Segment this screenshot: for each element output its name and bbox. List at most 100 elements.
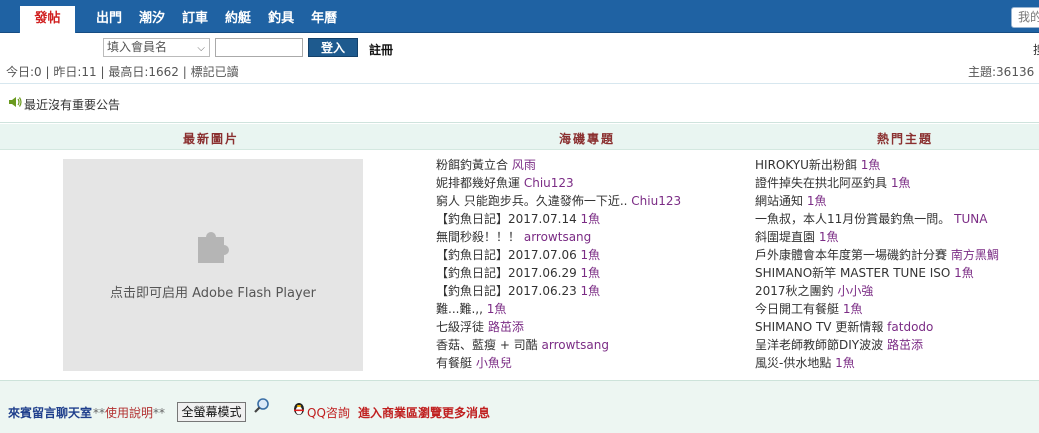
sea-fishing-item[interactable]: 難...難.,, 1魚 xyxy=(436,300,681,318)
hot-topic-title-link[interactable]: 戶外康體會本年度第一場磯釣計分賽 xyxy=(755,248,947,262)
nav-item-tide[interactable]: 潮汐 xyxy=(139,7,165,26)
sea-fishing-title-link[interactable]: 【釣魚日記】2017.06.29 xyxy=(436,266,577,280)
sea-fishing-title-link[interactable]: 【釣魚日記】2017.07.06 xyxy=(436,248,577,262)
author-link[interactable]: fatdodo xyxy=(887,320,933,334)
author-link[interactable]: 南方黑鯛 xyxy=(951,248,999,262)
hot-topic-item[interactable]: 一魚叔，本人11月份賞最釣魚一問。 TUNA xyxy=(755,210,999,228)
member-select-label: 填入會員名 xyxy=(107,40,168,54)
nav-item-tackle[interactable]: 釣具 xyxy=(268,7,294,26)
usage-help: **使用說明** xyxy=(93,404,165,421)
sea-fishing-title-link[interactable]: 【釣魚日記】2017.06.23 xyxy=(436,284,577,298)
hot-topic-item[interactable]: 2017秋之團釣 小小強 xyxy=(755,282,999,300)
sea-fishing-title-link[interactable]: 粉餌釣黃立合 xyxy=(436,158,508,172)
sea-fishing-item[interactable]: 【釣魚日記】2017.07.06 1魚 xyxy=(436,246,681,264)
magnifier-icon[interactable] xyxy=(253,397,271,415)
hot-topic-item[interactable]: 呈洋老師教師節DIY波波 路茁添 xyxy=(755,336,999,354)
announcement-text: 最近沒有重要公告 xyxy=(24,98,121,112)
sea-fishing-item[interactable]: 窮人 只能跑步兵。久違發佈一下近.. Chiu123 xyxy=(436,192,681,210)
hot-topics-list: HIROKYU新出粉餌 1魚 證件掉失在拱北阿巫釣具 1魚 網站通知 1魚 一魚叔，本… xyxy=(755,156,999,372)
fish-reward: 1魚 xyxy=(580,266,601,280)
flash-player-placeholder[interactable]: 点击即可启用 Adobe Flash Player xyxy=(63,159,363,371)
login-button[interactable]: 登入 xyxy=(308,38,358,57)
fullscreen-button[interactable]: 全螢幕模式 xyxy=(177,402,246,422)
sea-fishing-item[interactable]: 七級浮徒 路茁添 xyxy=(436,318,681,336)
sea-fishing-title-link[interactable]: 難...難.,, xyxy=(436,302,483,316)
author-link[interactable]: 小魚兒 xyxy=(476,356,512,370)
sea-fishing-item[interactable]: 香菇、藍瘦 + 司酷 arrowtsang xyxy=(436,336,681,354)
hot-topics-title: 熱門主題 xyxy=(877,132,934,146)
fish-reward: 1魚 xyxy=(842,302,863,316)
puzzle-plugin-icon xyxy=(198,232,229,263)
hot-topic-title-link[interactable]: SHIMANO新竿 MASTER TUNE ISO xyxy=(755,266,950,280)
guest-chat-link[interactable]: 來賓留言聊天室 xyxy=(8,404,92,421)
hot-topic-title-link[interactable]: 一魚叔，本人11月份賞最釣魚一問。 xyxy=(755,212,950,226)
search-link-partial[interactable]: 搜 xyxy=(1033,41,1039,58)
sea-fishing-item[interactable]: 【釣魚日記】2017.06.29 1魚 xyxy=(436,264,681,282)
flash-enable-text: 点击即可启用 Adobe Flash Player xyxy=(109,286,317,301)
qq-penguin-icon[interactable] xyxy=(291,400,307,416)
author-link[interactable]: arrowtsang xyxy=(524,230,591,244)
hot-topic-title-link[interactable]: HIROKYU新出粉餌 xyxy=(755,158,857,172)
register-link[interactable]: 註冊 xyxy=(369,41,393,58)
sea-fishing-title-link[interactable]: 有餐艇 xyxy=(436,356,472,370)
sea-fishing-title-link[interactable]: 妮排都幾好魚運 xyxy=(436,176,520,190)
hot-topic-item[interactable]: 網站通知 1魚 xyxy=(755,192,999,210)
post-tab[interactable]: 發帖 xyxy=(19,5,76,33)
sea-fishing-item[interactable]: 有餐艇 小魚兒 xyxy=(436,354,681,372)
hot-topic-title-link[interactable]: SHIMANO TV 更新情報 xyxy=(755,320,883,334)
sea-fishing-item[interactable]: 粉餌釣黃立合 风雨 xyxy=(436,156,681,174)
hot-topic-item[interactable]: 今日開工有餐艇 1魚 xyxy=(755,300,999,318)
hot-topic-item[interactable]: 戶外康體會本年度第一場磯釣計分賽 南方黑鯛 xyxy=(755,246,999,264)
author-link[interactable]: 小小強 xyxy=(837,284,873,298)
speaker-icon xyxy=(9,97,22,107)
nav-item-book-car[interactable]: 訂車 xyxy=(182,7,208,26)
sea-fishing-item[interactable]: 【釣魚日記】2017.07.14 1魚 xyxy=(436,210,681,228)
bottom-bar: 來賓留言聊天室 **使用說明** 全螢幕模式 QQ咨詢 進入商業區瀏覽更多消息 xyxy=(0,380,1039,433)
author-link[interactable]: arrowtsang xyxy=(542,338,609,352)
hot-topic-title-link[interactable]: 風災-供水地點 xyxy=(755,356,831,370)
sea-fishing-title-link[interactable]: 【釣魚日記】2017.07.14 xyxy=(436,212,577,226)
author-link[interactable]: 风雨 xyxy=(512,158,536,172)
business-area-link[interactable]: 進入商業區瀏覽更多消息 xyxy=(358,404,490,421)
hot-topic-title-link[interactable]: 呈洋老師教師節DIY波波 xyxy=(755,338,883,352)
search-input[interactable]: 我的 xyxy=(1011,7,1039,28)
hot-topic-title-link[interactable]: 斜圍堤直園 xyxy=(755,230,815,244)
author-link[interactable]: Chiu123 xyxy=(631,194,681,208)
hot-topic-title-link[interactable]: 證件掉失在拱北阿巫釣具 xyxy=(755,176,887,190)
author-link[interactable]: 路茁添 xyxy=(488,320,524,334)
sea-fishing-item[interactable]: 【釣魚日記】2017.06.23 1魚 xyxy=(436,282,681,300)
sea-fishing-title-link[interactable]: 窮人 只能跑步兵。久違發佈一下近.. xyxy=(436,194,627,208)
hot-topic-item[interactable]: SHIMANO TV 更新情報 fatdodo xyxy=(755,318,999,336)
author-link[interactable]: 路茁添 xyxy=(887,338,923,352)
sea-fishing-item[interactable]: 妮排都幾好魚運 Chiu123 xyxy=(436,174,681,192)
sea-fishing-title-link[interactable]: 七級浮徒 xyxy=(436,320,484,334)
usage-stars-right: ** xyxy=(153,406,166,420)
hot-topic-item[interactable]: 證件掉失在拱北阿巫釣具 1魚 xyxy=(755,174,999,192)
sea-fishing-item[interactable]: 無間秒殺！！！ arrowtsang xyxy=(436,228,681,246)
fish-reward: 1魚 xyxy=(860,158,881,172)
nav-item-book-boat[interactable]: 約艇 xyxy=(225,7,251,26)
nav-item-calendar[interactable]: 年曆 xyxy=(311,7,337,26)
fish-reward: 1魚 xyxy=(806,194,827,208)
latest-images-title: 最新圖片 xyxy=(183,132,240,146)
usage-help-link[interactable]: 使用說明 xyxy=(105,406,153,420)
author-link[interactable]: TUNA xyxy=(954,212,987,226)
nav-item-outing[interactable]: 出門 xyxy=(96,7,122,26)
sea-fishing-list: 粉餌釣黃立合 风雨 妮排都幾好魚運 Chiu123 窮人 只能跑步兵。久違發佈一下近… xyxy=(436,156,681,372)
member-select[interactable]: 填入會員名 ⌵ xyxy=(103,38,210,57)
sea-fishing-title-link[interactable]: 香菇、藍瘦 + 司酷 xyxy=(436,338,538,352)
hot-topic-title-link[interactable]: 今日開工有餐艇 xyxy=(755,302,839,316)
hot-topic-title-link[interactable]: 網站通知 xyxy=(755,194,803,208)
sea-fishing-title-link[interactable]: 無間秒殺！！！ xyxy=(436,230,520,244)
nav-menu: 出門 潮汐 訂車 約艇 釣具 年曆 xyxy=(96,0,354,33)
hot-topic-title-link[interactable]: 2017秋之團釣 xyxy=(755,284,834,298)
announcement-bar: 最近沒有重要公告 xyxy=(0,83,1039,123)
hot-topic-item[interactable]: 斜圍堤直園 1魚 xyxy=(755,228,999,246)
password-input[interactable] xyxy=(215,38,303,57)
fish-reward: 1魚 xyxy=(580,248,601,262)
author-link[interactable]: Chiu123 xyxy=(524,176,574,190)
hot-topic-item[interactable]: 風災-供水地點 1魚 xyxy=(755,354,999,372)
hot-topic-item[interactable]: HIROKYU新出粉餌 1魚 xyxy=(755,156,999,174)
qq-consult-link[interactable]: QQ咨詢 xyxy=(307,404,350,421)
hot-topic-item[interactable]: SHIMANO新竿 MASTER TUNE ISO 1魚 xyxy=(755,264,999,282)
